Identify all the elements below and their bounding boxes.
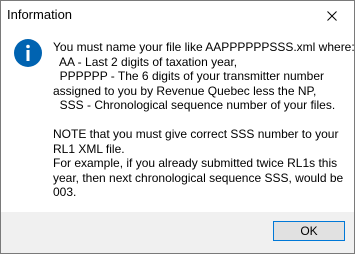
message-area: You must name your file like AAPPPPPPSSS… <box>1 31 355 211</box>
message-line: SSS - Chronological sequence number of y… <box>53 98 336 112</box>
button-bar: OK <box>1 212 354 253</box>
message-line: For example, if you already submitted tw… <box>53 156 338 170</box>
message-text: You must name your file like AAPPPPPPSSS… <box>53 40 355 200</box>
ok-button[interactable]: OK <box>273 221 345 241</box>
close-button[interactable] <box>310 1 354 31</box>
message-line: year, then next chronological sequence S… <box>53 170 344 185</box>
message-line: 003. <box>53 185 77 199</box>
information-dialog: Information You must name your file like… <box>0 0 355 254</box>
message-line: PPPPPP - The 6 digits of your transmitte… <box>53 69 325 83</box>
window-title: Information <box>7 7 73 22</box>
message-spacer <box>53 113 351 128</box>
message-line: RL1 XML file. <box>53 141 125 156</box>
close-icon <box>327 11 337 21</box>
message-line: AA - Last 2 digits of taxation year, <box>53 54 238 69</box>
title-bar[interactable]: Information <box>1 1 354 31</box>
message-line: assigned to you by Revenue Quebec less t… <box>53 83 317 98</box>
message-line: NOTE that you must give correct SSS numb… <box>53 127 339 141</box>
message-line: You must name your file like AAPPPPPPSSS… <box>53 40 355 54</box>
info-icon <box>14 39 42 67</box>
